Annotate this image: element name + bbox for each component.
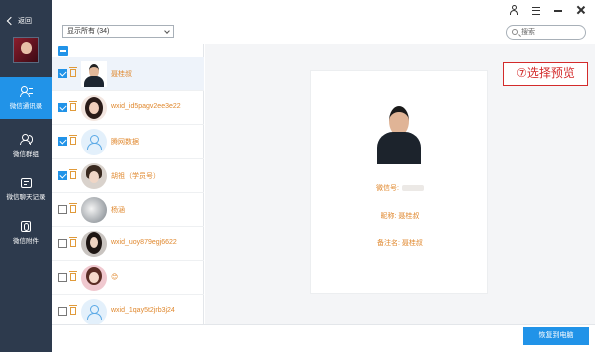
search-input[interactable]: 搜索 <box>506 25 586 40</box>
avatar <box>81 231 107 257</box>
avatar <box>81 197 107 223</box>
row-checkbox[interactable] <box>58 239 67 248</box>
list-item[interactable]: 腾网数据 <box>52 125 204 159</box>
avatar <box>81 61 107 87</box>
contact-preview-card: 微信号: 昵称: 聂桂叔 备注名: 聂桂叔 <box>310 70 488 294</box>
contact-name: 胡祖（学员号） <box>111 173 160 180</box>
sidebar-item-label: 微信聊天记录 <box>6 193 46 201</box>
contact-name: 腾网数据 <box>111 139 139 146</box>
row-checkbox[interactable] <box>58 137 67 146</box>
group-icon <box>19 134 33 145</box>
preview-remark: 备注名: 聂桂叔 <box>377 240 423 247</box>
trash-icon[interactable] <box>69 203 77 213</box>
row-checkbox[interactable] <box>58 69 67 78</box>
back-label: 返回 <box>18 18 32 25</box>
list-item[interactable]: 聂桂叔 <box>52 57 204 91</box>
sidebar-item-label: 微信群组 <box>13 151 39 158</box>
trash-icon[interactable] <box>69 135 77 145</box>
select-all-checkbox[interactable] <box>58 46 68 56</box>
contact-name: wxid_1qay5t2jrb3j24 <box>111 307 175 314</box>
window-controls <box>509 5 585 15</box>
minimize-icon[interactable] <box>553 5 563 15</box>
row-checkbox[interactable] <box>58 103 67 112</box>
trash-icon[interactable] <box>69 169 77 179</box>
preview-wechat-id: 微信号: <box>311 183 489 193</box>
contact-name: 杨涵 <box>111 207 125 214</box>
avatar <box>81 95 107 121</box>
list-item[interactable]: 杨涵 <box>52 193 204 227</box>
back-button[interactable]: 返回 <box>6 16 32 26</box>
search-placeholder: 搜索 <box>521 29 535 36</box>
sidebar-item-groups[interactable]: 微信群组 <box>0 125 52 167</box>
bottom-bar <box>52 324 595 352</box>
row-checkbox[interactable] <box>58 171 67 180</box>
chat-record-icon <box>20 177 32 188</box>
filter-value: 显示所有 (34) <box>67 28 110 35</box>
account-avatar <box>13 37 39 63</box>
wechat-recovery-window: 返回 微信通讯录 微信群组 微信聊天记录 微信附件 显示所有 (34) 搜索 聂… <box>0 0 595 352</box>
row-checkbox[interactable] <box>58 307 67 316</box>
contact-name: 😊 <box>111 274 119 281</box>
contact-name: wxid_id5pagv2ee3e22 <box>111 103 181 110</box>
sidebar-item-label: 微信通讯录 <box>9 103 43 110</box>
contacts-icon <box>19 86 33 97</box>
avatar <box>81 265 107 291</box>
step-annotation: ⑦选择预览 <box>503 62 588 86</box>
row-checkbox[interactable] <box>58 273 67 282</box>
sidebar-item-label: 微信附件 <box>13 238 39 245</box>
trash-icon[interactable] <box>69 305 77 315</box>
filter-dropdown[interactable]: 显示所有 (34) <box>62 25 174 38</box>
restore-to-computer-button[interactable]: 恢复到电脑 <box>523 327 589 345</box>
list-item[interactable]: 😊 <box>52 261 204 295</box>
contact-name: wxid_uoy879egj6622 <box>111 239 177 246</box>
user-icon[interactable] <box>509 5 519 15</box>
close-icon[interactable] <box>575 5 585 15</box>
list-item[interactable]: wxid_id5pagv2ee3e22 <box>52 91 204 125</box>
trash-icon[interactable] <box>69 271 77 281</box>
trash-icon[interactable] <box>69 237 77 247</box>
menu-icon[interactable] <box>531 5 541 15</box>
chevron-left-icon <box>6 16 16 26</box>
row-checkbox[interactable] <box>58 205 67 214</box>
trash-icon[interactable] <box>69 101 77 111</box>
default-avatar-icon <box>81 129 107 155</box>
default-avatar-icon <box>81 299 107 325</box>
sidebar-item-chat-records[interactable]: 微信聊天记录 <box>0 168 52 210</box>
preview-nickname: 昵称: 聂桂叔 <box>380 213 420 220</box>
search-icon <box>512 29 518 35</box>
sidebar-item-contacts[interactable]: 微信通讯录 <box>0 77 52 119</box>
list-item[interactable]: wxid_uoy879egj6622 <box>52 227 204 261</box>
sidebar-item-attachments[interactable]: 微信附件 <box>0 212 52 254</box>
chevron-down-icon <box>164 28 170 34</box>
preview-avatar <box>369 102 430 164</box>
wechat-id-label: 微信号: <box>376 185 399 192</box>
list-item[interactable]: 胡祖（学员号） <box>52 159 204 193</box>
attachment-icon <box>21 221 31 232</box>
sidebar: 返回 微信通讯录 微信群组 微信聊天记录 微信附件 <box>0 0 52 352</box>
contact-name: 聂桂叔 <box>111 71 132 78</box>
redacted-id <box>401 185 424 192</box>
avatar <box>81 163 107 189</box>
trash-icon[interactable] <box>69 67 77 77</box>
